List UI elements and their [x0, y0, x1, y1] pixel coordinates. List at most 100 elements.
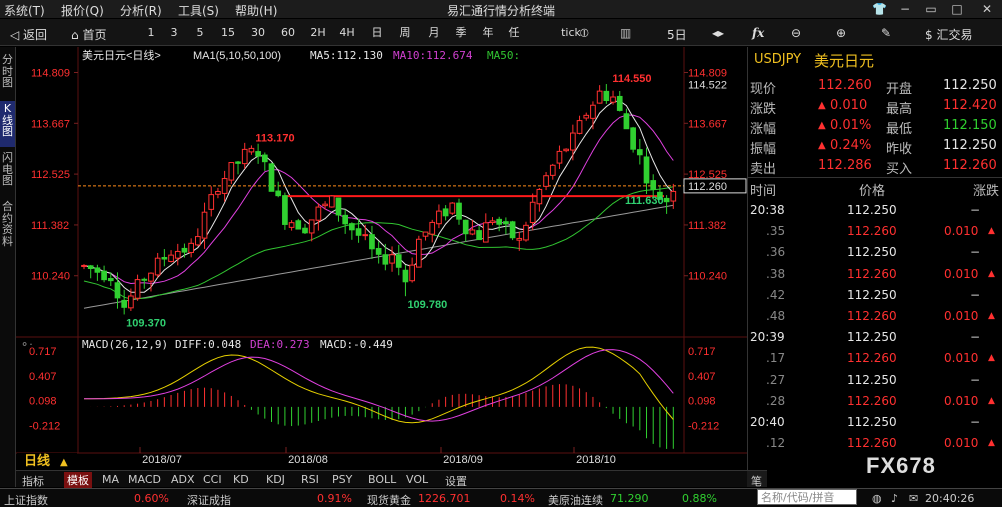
tick-time: .27 — [766, 372, 786, 387]
candle-body — [208, 194, 215, 210]
candle-body — [302, 227, 308, 234]
price-tick-label-left: 112.525 — [31, 169, 70, 181]
ticks-header-price: 价格 — [859, 184, 886, 199]
status-gold-name: 现货黄金 — [367, 494, 411, 507]
quote-field-label: 现价 — [750, 82, 777, 97]
candle-body — [128, 295, 134, 309]
candle-body — [154, 257, 161, 276]
minimize-window-icon[interactable]: − — [898, 2, 912, 16]
function-fx-icon[interactable]: fx — [752, 26, 764, 40]
tick-price: 112.260 — [847, 224, 897, 239]
tick-row: .17 112.260 0.010 ▲ — [748, 348, 1002, 369]
up-arrow-icon: ▲ — [988, 268, 995, 279]
period-dropdown-icon[interactable]: ▲ — [60, 457, 68, 468]
candle-body — [395, 254, 402, 268]
price-tick-label-left: 114.809 — [31, 67, 70, 79]
indicator-tab[interactable]: KDJ — [266, 473, 285, 486]
kline-chart-area[interactable]: 114.809 114.809113.667 113.667112.525 112.5… — [0, 0, 747, 470]
indicator-tab[interactable]: PSY — [332, 473, 352, 486]
indicator-tab[interactable]: 设置 — [445, 473, 467, 489]
candle-body — [121, 299, 128, 308]
candle-body — [349, 223, 355, 231]
alert-icon[interactable]: ✉ — [909, 492, 918, 505]
candle-body — [636, 149, 643, 156]
period-indicator[interactable]: 日线 — [24, 453, 50, 469]
indicator-tab[interactable]: VOL — [406, 473, 428, 486]
status-sh-index-value: 0.60% — [134, 492, 169, 505]
tick-price: 112.260 — [847, 309, 897, 323]
candle-body — [402, 269, 409, 283]
extreme-price-annotation: 109.370 — [126, 317, 166, 329]
quote-field-value: 112.150 — [943, 118, 997, 133]
chart-symbol-title: 美元日元<日线> — [82, 48, 161, 62]
indicator-tab[interactable]: ADX — [171, 473, 195, 486]
shirt-icon[interactable]: 👕 — [872, 2, 887, 16]
tick-change: − — [970, 203, 981, 217]
pen-tab[interactable]: 笔 — [747, 470, 767, 488]
indicator-tab[interactable]: CCI — [203, 473, 222, 486]
dollar-icon: $ — [925, 28, 937, 42]
search-input[interactable]: 名称/代码/拼音 — [757, 489, 857, 505]
ma5-value: MA5:112.130 — [310, 49, 383, 62]
candle-body — [141, 278, 148, 281]
candle-body — [422, 231, 429, 237]
indicator-tab[interactable]: KD — [233, 473, 249, 486]
draw-pen-icon[interactable]: ✎ — [881, 26, 891, 40]
price-tick-label-right: 114.809 — [688, 67, 727, 79]
tick-row: 20:38 112.250 − — [748, 200, 1002, 221]
candle-body — [168, 254, 174, 262]
tick-time: .17 — [766, 351, 786, 366]
status-oil-change: 0.88% — [682, 492, 717, 505]
tick-row: .48 112.260 0.010 ▲ — [748, 306, 1002, 327]
candle-body — [529, 201, 536, 224]
indicator-tab[interactable]: MA — [102, 473, 119, 486]
quote-field-value: 112.250 — [943, 78, 997, 93]
ma-settings-label: MA1(5,10,50,100) — [193, 50, 281, 62]
extreme-price-annotation: 113.170 — [255, 132, 294, 144]
candle-body — [516, 237, 523, 241]
tick-price: 112.250 — [847, 330, 897, 345]
candle-body — [288, 222, 295, 228]
candle-body — [576, 120, 583, 134]
zoom-in-icon[interactable]: ⊕ — [836, 26, 846, 40]
candle-body — [241, 148, 248, 165]
indicator-tab[interactable]: MACD — [128, 473, 161, 486]
tick-change: 0.010 — [944, 224, 979, 239]
voice-icon[interactable]: ♪ — [891, 492, 898, 505]
indicator-tab[interactable]: 指标 — [22, 473, 44, 489]
tick-change: − — [970, 415, 981, 429]
tick-row: .36 112.250 − — [748, 242, 1002, 263]
candle-body — [650, 180, 657, 190]
candle-body — [436, 210, 442, 225]
tick-row: .28 112.260 0.010 ▲ — [748, 391, 1002, 412]
macd-tick-label-right: -0.212 — [688, 420, 719, 432]
tick-price: 112.250 — [847, 415, 897, 429]
tick-time: .35 — [766, 224, 786, 239]
current-price-label: 112.260 — [688, 181, 727, 193]
candle-body — [610, 96, 616, 103]
zoom-out-icon[interactable]: ⊖ — [791, 26, 801, 40]
indicator-tab[interactable]: 模板 — [64, 472, 92, 488]
candle-body — [469, 229, 476, 235]
tick-price: 112.260 — [847, 436, 897, 451]
globe-icon[interactable]: ◍ — [872, 492, 882, 505]
quote-field-row: 涨幅 ▲ 0.01% 最低 112.150 — [748, 116, 1002, 137]
candle-body — [449, 202, 456, 214]
macd-collapse-marker[interactable]: ⚬· — [20, 338, 33, 351]
restore-window-icon[interactable]: ▭ — [924, 2, 938, 16]
quote-field-label: 最高 — [886, 102, 913, 117]
forex-trade-button[interactable]: $ 汇交易 — [925, 26, 972, 43]
date-tick-label: 2018/07 — [142, 454, 182, 466]
status-sz-index-value: 0.91% — [317, 492, 352, 505]
app-window: 系统(T) 报价(Q) 分析(R) 工具(S) 帮助(H) 易汇通行情分析终端 … — [0, 0, 1002, 507]
tick-row: .12 112.260 0.010 ▲ — [748, 433, 1002, 454]
indicator-tab[interactable]: BOLL — [368, 473, 396, 486]
tick-price: 112.250 — [847, 372, 897, 387]
tick-row: .38 112.260 0.010 ▲ — [748, 264, 1002, 285]
close-window-icon[interactable]: ✕ — [980, 2, 994, 16]
candle-body — [670, 190, 677, 202]
maximize-window-icon[interactable]: □ — [950, 2, 964, 16]
date-tick-label: 2018/10 — [576, 454, 616, 466]
quote-field-row: 振幅 ▲ 0.24% 昨收 112.250 — [748, 136, 1002, 157]
indicator-tab[interactable]: RSI — [301, 473, 319, 486]
